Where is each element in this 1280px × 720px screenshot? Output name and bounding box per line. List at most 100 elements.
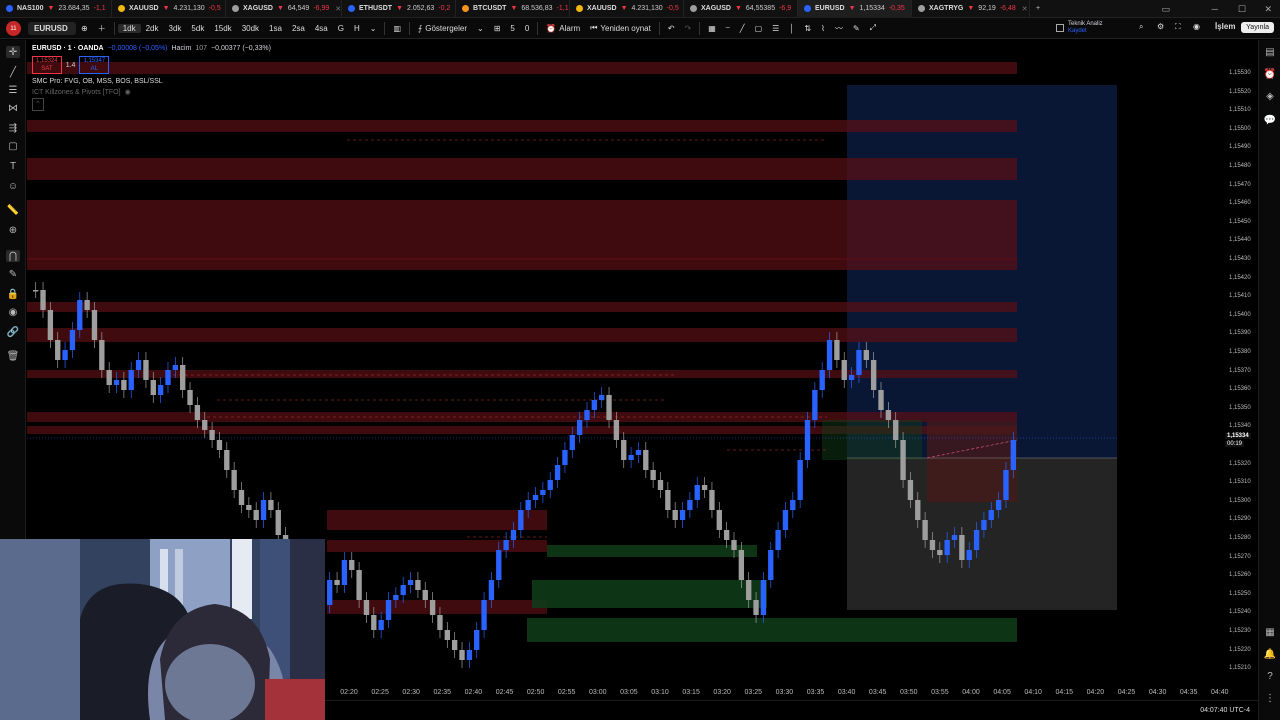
trendline-tool-icon[interactable]: ╱: [6, 66, 20, 78]
count-badge-2[interactable]: 0: [520, 24, 534, 33]
apps-icon[interactable]: ⋮: [1264, 692, 1276, 704]
text-tool-icon[interactable]: T: [6, 160, 20, 172]
horizontal-line-icon[interactable]: ⎯: [721, 23, 735, 33]
tab-close-icon[interactable]: ✕: [1022, 5, 1028, 13]
sell-price: 1,15324: [36, 58, 58, 64]
user-avatar[interactable]: 11: [6, 21, 21, 36]
search-icon[interactable]: ⌕: [1134, 22, 1148, 32]
interval-3dk[interactable]: 3dk: [164, 24, 187, 33]
layouts-icon[interactable]: ⊞: [489, 24, 506, 33]
screenshot-icon[interactable]: ◉: [1188, 22, 1205, 31]
new-tab-icon[interactable]: +: [1030, 0, 1046, 18]
window-menu-icon[interactable]: ▭: [1161, 0, 1170, 18]
magnet-tool-icon[interactable]: ⋂: [6, 250, 20, 262]
ruler-tool-icon[interactable]: 📏: [6, 204, 20, 216]
interval-dropdown-icon[interactable]: ⌄: [365, 24, 382, 33]
rectangle-icon[interactable]: ▢: [750, 24, 768, 33]
interval-15dk[interactable]: 15dk: [209, 24, 236, 33]
interval-1sa[interactable]: 1sa: [264, 24, 287, 33]
collapse-icon[interactable]: ⌃: [32, 98, 44, 111]
fib-icon[interactable]: ☰: [767, 24, 784, 33]
measure-icon[interactable]: ⤢: [865, 23, 881, 33]
stay-drawing-icon[interactable]: ✎: [6, 268, 20, 280]
interval-30dk[interactable]: 30dk: [237, 24, 264, 33]
interval-G[interactable]: G: [333, 24, 349, 33]
time-label: 02:35: [433, 689, 452, 696]
grid-icon[interactable]: ▦: [703, 24, 721, 33]
browser-tab-eurusd[interactable]: EURUSD▼1,15334-0,35✕: [798, 0, 912, 18]
vertical-line-icon[interactable]: │: [784, 24, 799, 33]
watchlist-icon[interactable]: ▤: [1264, 46, 1276, 58]
interval-2sa[interactable]: 2sa: [287, 24, 310, 33]
interval-5dk[interactable]: 5dk: [186, 24, 209, 33]
count-badge-1[interactable]: 5: [505, 24, 519, 33]
fullscreen-icon[interactable]: ⛶: [1170, 22, 1186, 32]
layers-icon[interactable]: ◈: [1264, 90, 1276, 102]
position-icon[interactable]: ⇅: [799, 24, 816, 33]
forecast-tool-icon[interactable]: ⇶: [6, 122, 20, 134]
path-icon[interactable]: ⌇: [816, 24, 830, 33]
symbol-title[interactable]: EURUSD · 1 · OANDA: [32, 43, 104, 54]
interval-4sa[interactable]: 4sa: [310, 24, 333, 33]
help-icon[interactable]: ?: [1264, 670, 1276, 682]
maximize-icon[interactable]: ☐: [1238, 0, 1246, 18]
browser-tab-nas100[interactable]: NAS100▼23.684,35-1,1✕: [0, 0, 112, 18]
indicator-smc[interactable]: SMC Pro: FVG, OB, MSS, BOS, BSL/SSL: [32, 76, 163, 87]
calendar-icon[interactable]: ▦: [1264, 626, 1276, 638]
settings-icon[interactable]: ⚙: [1152, 22, 1169, 31]
browser-tab-xagtryg[interactable]: XAGTRYG ▼ 92,19 -6,48 ✕: [912, 0, 1030, 18]
interval-2dk[interactable]: 2dk: [141, 24, 164, 33]
tab-close-icon[interactable]: ✕: [335, 5, 341, 13]
analysis-button[interactable]: Teknik Analiz Kaydet: [1056, 21, 1103, 35]
alerts-icon[interactable]: ⏰: [1264, 68, 1276, 80]
pattern-tool-icon[interactable]: ⋈: [6, 102, 20, 114]
lock-icon[interactable]: 🔒: [6, 288, 20, 300]
trade-button[interactable]: İşlem: [1210, 22, 1240, 31]
compare-icon[interactable]: ⊕: [76, 24, 93, 33]
undo-icon[interactable]: ↶: [663, 24, 680, 33]
brush-icon[interactable]: ✎: [848, 24, 865, 33]
publish-button[interactable]: Yayınla: [1241, 22, 1274, 33]
interval-H[interactable]: H: [349, 24, 365, 33]
link-icon[interactable]: 🔗: [6, 326, 20, 338]
eye-icon[interactable]: ◉: [125, 87, 131, 98]
browser-tab-ethusdt[interactable]: ETHUSDT▼2.052,63-0,2✕: [342, 0, 456, 18]
hide-icon[interactable]: ◉: [6, 306, 20, 318]
trash-icon[interactable]: 🗑: [6, 350, 20, 362]
pattern-icon[interactable]: 〰: [830, 23, 848, 34]
icons-tool-icon[interactable]: ☺: [6, 180, 20, 192]
symbol-search[interactable]: EURUSD: [28, 21, 76, 35]
chart-legend: EURUSD · 1 · OANDA −0,00008 (−0,05%) Hac…: [32, 43, 271, 111]
browser-tab-xauusd[interactable]: XAUUSD▼4.231,130-0,5✕: [570, 0, 684, 18]
fib-tool-icon[interactable]: ☰: [6, 84, 20, 96]
chat-icon[interactable]: 💬: [1264, 114, 1276, 126]
shapes-tool-icon[interactable]: ▢: [6, 140, 20, 152]
interval-1dk[interactable]: 1dk: [117, 23, 141, 33]
redo-icon[interactable]: ↷: [680, 24, 697, 33]
crosshair-icon[interactable]: ✛: [6, 46, 20, 58]
zoom-tool-icon[interactable]: ⊕: [6, 224, 20, 236]
candle-body: [819, 370, 825, 390]
tab-change-icon: ▼: [47, 5, 55, 12]
price-axis[interactable]: 1,15530 1,15520 1,15510 1,15500 1,15490 1,154…: [1223, 40, 1258, 687]
trend-line-icon[interactable]: ╱: [735, 24, 750, 33]
minimize-icon[interactable]: ─: [1212, 0, 1218, 18]
browser-tab-xauusd[interactable]: XAUUSD▼4.231,130-0,5✕: [112, 0, 226, 18]
sell-button[interactable]: 1,15324 SAT: [32, 56, 62, 74]
alarm-button[interactable]: ⏰ Alarm: [541, 24, 585, 33]
indicator-killzones[interactable]: ICT Killzones & Pivots [TFO]: [32, 87, 121, 98]
clock[interactable]: 04:07:40 UTC-4: [1200, 707, 1250, 714]
notifications-icon[interactable]: 🔔: [1264, 648, 1276, 660]
browser-tab-xagusd[interactable]: XAGUSD ▼ 64,549 -6,99 ✕: [226, 0, 342, 18]
indicators-button[interactable]: ⨍ Göstergeler: [413, 24, 472, 33]
add-symbol-icon[interactable]: ＋: [93, 23, 111, 34]
close-window-icon[interactable]: ✕: [1264, 0, 1272, 18]
chart-type-icon[interactable]: ▥: [388, 24, 406, 33]
replay-button[interactable]: ⏮ Yeniden oynat: [585, 23, 656, 33]
buy-button[interactable]: 1,15347 AL: [79, 56, 110, 74]
price-label: 1,15300: [1229, 497, 1251, 504]
templates-icon[interactable]: ⌄: [472, 24, 489, 33]
browser-tab-btcusdt[interactable]: BTCUSDT▼68.536,83-1,1✕: [456, 0, 570, 18]
volume-value: 107: [195, 45, 208, 52]
browser-tab-xagusd[interactable]: XAGUSD▼64,55385-6,9✕: [684, 0, 798, 18]
